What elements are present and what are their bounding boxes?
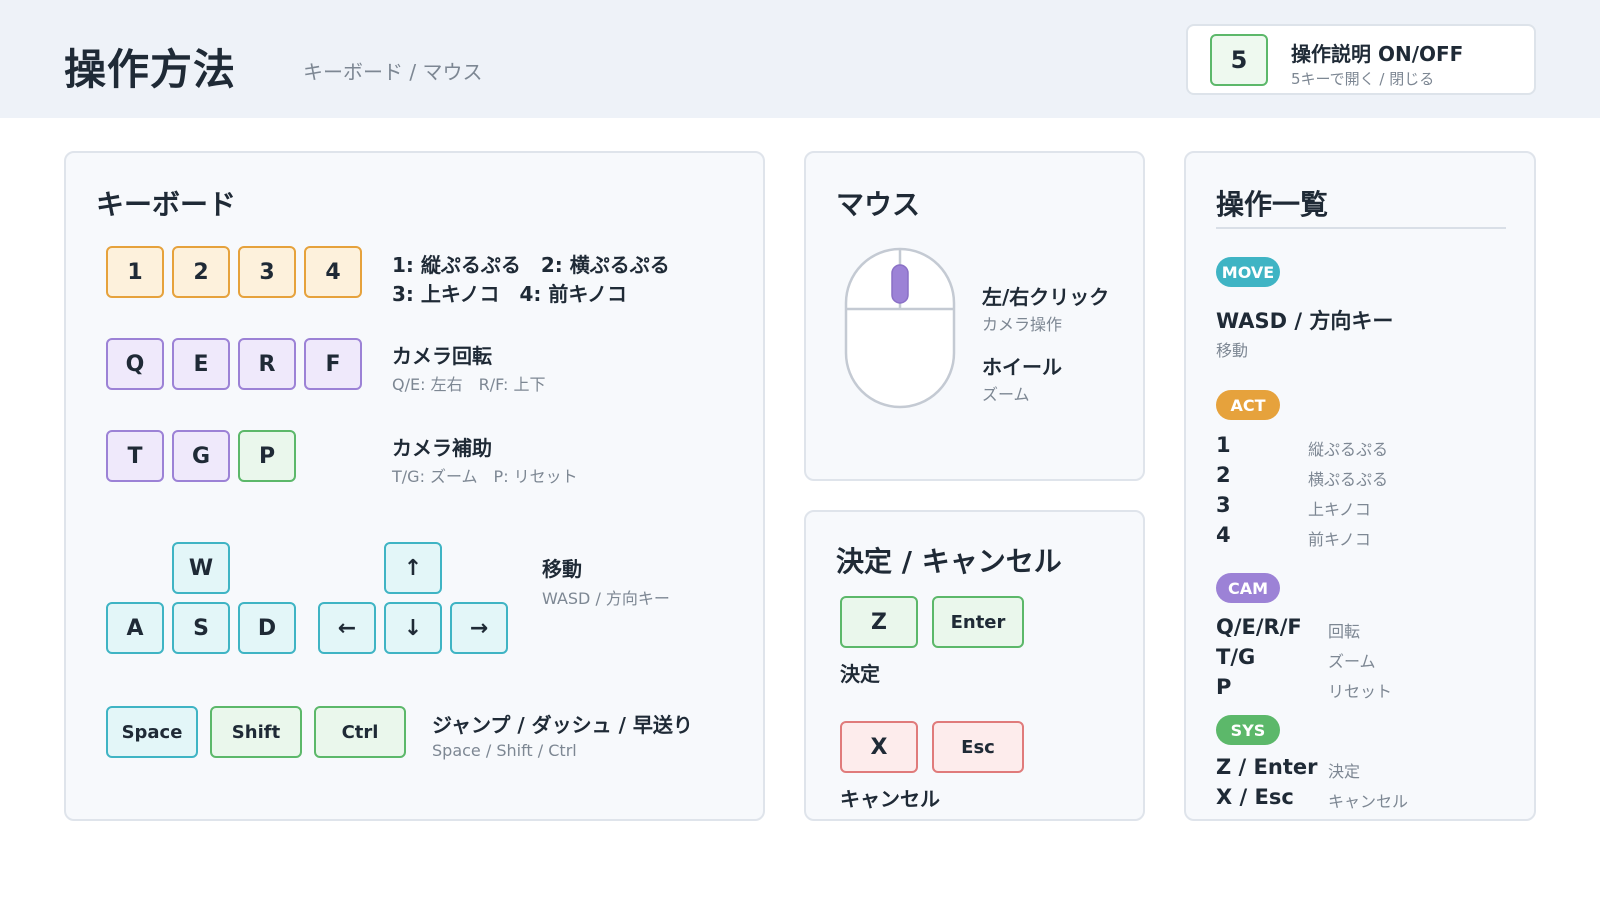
key-3[interactable]: 3 — [238, 246, 296, 298]
action-desc: Space / Shift / Ctrl — [432, 741, 577, 760]
summary-sys-desc-1: 決定 — [1328, 762, 1361, 781]
key-g[interactable]: G — [172, 430, 230, 482]
summary-act-desc-2: 横ぷるぷる — [1308, 470, 1389, 489]
confirm-label: 決定 — [840, 662, 880, 686]
move-label: 移動 — [542, 557, 582, 581]
header-bar: 操作方法 キーボード / マウス 5 操作説明 ON/OFF 5キーで開く / … — [0, 0, 1600, 118]
key-z[interactable]: Z — [840, 596, 918, 648]
key-q[interactable]: Q — [106, 338, 164, 390]
summary-cam-desc-2: ズーム — [1328, 652, 1376, 671]
page-title: 操作方法 — [64, 45, 237, 94]
key-t[interactable]: T — [106, 430, 164, 482]
assist-label: カメラ補助 — [392, 436, 492, 460]
key-1[interactable]: 1 — [106, 246, 164, 298]
badge-act: ACT — [1216, 390, 1280, 420]
action-label: ジャンプ / ダッシュ / 早送り — [432, 713, 693, 737]
summary-act-key-3: 3 — [1216, 493, 1231, 517]
summary-cam-key-1: Q/E/R/F — [1216, 615, 1302, 639]
summary-sys-key-1: Z / Enter — [1216, 755, 1318, 779]
key-a[interactable]: A — [106, 602, 164, 654]
key-p[interactable]: P — [238, 430, 296, 482]
badge-cam: CAM — [1216, 573, 1280, 603]
camera-desc: Q/E: 左右 R/F: 上下 — [392, 375, 546, 394]
key-arrow-left[interactable]: ← — [318, 602, 376, 654]
mouse-icon — [844, 247, 956, 409]
summary-act-key-4: 4 — [1216, 523, 1231, 547]
mouse-panel-title: マウス — [836, 188, 921, 221]
toggle-title: 操作説明 ON/OFF — [1291, 42, 1464, 66]
key-r[interactable]: R — [238, 338, 296, 390]
summary-act-desc-3: 上キノコ — [1308, 500, 1371, 519]
key-s[interactable]: S — [172, 602, 230, 654]
summary-act-key-1: 1 — [1216, 433, 1231, 457]
number-desc-line1: 1: 縦ぷるぷる 2: 横ぷるぷる — [392, 253, 670, 277]
toggle-key-5[interactable]: 5 — [1210, 34, 1268, 86]
badge-move: MOVE — [1216, 257, 1280, 287]
summary-sys-desc-2: キャンセル — [1328, 792, 1409, 811]
decide-panel: 決定 / キャンセル Z Enter 決定 X Esc キャンセル — [804, 510, 1145, 821]
toggle-desc: 5キーで開く / 閉じる — [1291, 70, 1435, 88]
key-shift[interactable]: Shift — [210, 706, 302, 758]
summary-move-desc: 移動 — [1216, 341, 1249, 360]
key-arrow-up[interactable]: ↑ — [384, 542, 442, 594]
key-space[interactable]: Space — [106, 706, 198, 758]
summary-cam-desc-1: 回転 — [1328, 622, 1361, 641]
summary-act-key-2: 2 — [1216, 463, 1231, 487]
mouse-click-desc: カメラ操作 — [982, 315, 1063, 334]
badge-sys: SYS — [1216, 715, 1280, 745]
keyboard-panel: キーボード 1 2 3 4 1: 縦ぷるぷる 2: 横ぷるぷる 3: 上キノコ … — [64, 151, 765, 821]
mouse-wheel-label: ホイール — [982, 355, 1062, 379]
summary-cam-key-3: P — [1216, 675, 1232, 699]
move-desc: WASD / 方向キー — [542, 589, 670, 608]
summary-act-desc-4: 前キノコ — [1308, 530, 1371, 549]
page-subtitle: キーボード / マウス — [303, 60, 483, 84]
key-2[interactable]: 2 — [172, 246, 230, 298]
keyboard-panel-title: キーボード — [96, 188, 237, 221]
key-e[interactable]: E — [172, 338, 230, 390]
key-arrow-right[interactable]: → — [450, 602, 508, 654]
summary-divider — [1216, 227, 1506, 229]
mouse-panel: マウス 左/右クリック カメラ操作 ホイール ズーム — [804, 151, 1145, 481]
mouse-click-label: 左/右クリック — [982, 285, 1110, 309]
assist-desc: T/G: ズーム P: リセット — [392, 467, 578, 486]
decide-panel-title: 決定 / キャンセル — [836, 545, 1062, 578]
summary-move-key: WASD / 方向キー — [1216, 309, 1394, 333]
summary-cam-desc-3: リセット — [1328, 682, 1393, 701]
key-ctrl[interactable]: Ctrl — [314, 706, 406, 758]
key-w[interactable]: W — [172, 542, 230, 594]
summary-act-desc-1: 縦ぷるぷる — [1308, 440, 1389, 459]
summary-cam-key-2: T/G — [1216, 645, 1256, 669]
summary-panel-title: 操作一覧 — [1216, 188, 1329, 221]
key-f[interactable]: F — [304, 338, 362, 390]
summary-sys-key-2: X / Esc — [1216, 785, 1294, 809]
key-d[interactable]: D — [238, 602, 296, 654]
help-toggle[interactable]: 5 操作説明 ON/OFF 5キーで開く / 閉じる — [1186, 24, 1536, 95]
key-esc[interactable]: Esc — [932, 721, 1024, 773]
key-x[interactable]: X — [840, 721, 918, 773]
summary-panel: 操作一覧 MOVE WASD / 方向キー 移動 ACT 1 縦ぷるぷる 2 横… — [1184, 151, 1536, 821]
key-enter[interactable]: Enter — [932, 596, 1024, 648]
cancel-label: キャンセル — [840, 787, 940, 811]
number-desc-line2: 3: 上キノコ 4: 前キノコ — [392, 282, 627, 306]
key-arrow-down[interactable]: ↓ — [384, 602, 442, 654]
camera-label: カメラ回転 — [392, 344, 492, 368]
mouse-wheel-desc: ズーム — [982, 385, 1030, 404]
key-4[interactable]: 4 — [304, 246, 362, 298]
